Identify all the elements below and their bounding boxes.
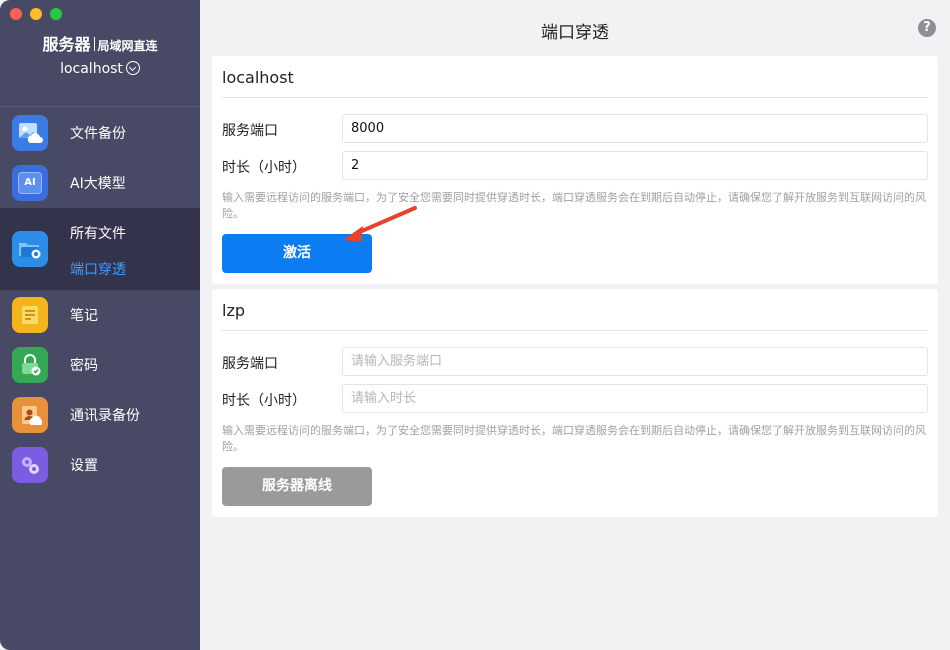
photo-cloud-icon <box>12 115 48 151</box>
server-offline-button[interactable]: 服务器离线 <box>222 467 372 506</box>
sidebar-item-all-files[interactable]: 所有文件 端口穿透 <box>0 208 200 290</box>
hint-text: 输入需要远程访问的服务端口，为了安全您需要同时提供穿透时长，端口穿透服务会在到期… <box>222 424 926 453</box>
sidebar-subitem-port-forwarding[interactable]: 端口穿透 <box>70 259 126 279</box>
help-icon[interactable]: ? <box>918 19 936 37</box>
duration-label: 时长（小时） <box>222 393 306 409</box>
ai-chip-glyph: AI <box>18 172 42 194</box>
chevron-down-circle-icon <box>125 61 140 75</box>
sidebar-item-label: 通讯录备份 <box>70 408 140 424</box>
contacts-icon <box>12 397 48 433</box>
service-port-label: 服务端口 <box>222 356 278 372</box>
sidebar: 服务器 局域网直连 localhost 文件备份 AI AI大模型 所有文件 端… <box>0 0 200 650</box>
brand-title: 服务器 局域网直连 <box>0 31 200 55</box>
service-port-input[interactable]: 8000 <box>342 114 928 143</box>
port-card-lzp: lzp 服务端口 请输入服务端口 时长（小时） 请输入时长 输入需要远程访问的服… <box>212 289 938 517</box>
traffic-lights <box>10 8 62 20</box>
service-port-label: 服务端口 <box>222 123 278 139</box>
folder-apple-icon <box>12 231 48 267</box>
sidebar-item-settings[interactable]: 设置 <box>0 440 200 490</box>
duration-label: 时长（小时） <box>222 160 306 176</box>
brand-separator <box>93 37 95 51</box>
sidebar-item-contacts-backup[interactable]: 通讯录备份 <box>0 390 200 440</box>
service-port-input[interactable]: 请输入服务端口 <box>342 347 928 376</box>
card-divider <box>222 97 928 98</box>
sidebar-item-password[interactable]: 密码 <box>0 340 200 390</box>
card-title: localhost <box>222 68 294 87</box>
sidebar-item-label: AI大模型 <box>70 176 126 192</box>
app-window: 服务器 局域网直连 localhost 文件备份 AI AI大模型 所有文件 端… <box>0 0 950 650</box>
duration-input[interactable]: 2 <box>342 151 928 180</box>
card-title: lzp <box>222 301 245 320</box>
host-name: localhost <box>60 61 123 77</box>
sidebar-item-label: 设置 <box>70 458 98 474</box>
annotation-arrow-icon <box>343 206 417 242</box>
lock-check-icon <box>12 347 48 383</box>
brand-name: 服务器 <box>42 35 91 54</box>
hint-text: 输入需要远程访问的服务端口，为了安全您需要同时提供穿透时长，端口穿透服务会在到期… <box>222 191 926 220</box>
brand-subtitle: 局域网直连 <box>97 39 158 53</box>
port-card-localhost: localhost 服务端口 8000 时长（小时） 2 输入需要远程访问的服务… <box>212 56 938 284</box>
zoom-window-button[interactable] <box>50 8 62 20</box>
close-window-button[interactable] <box>10 8 22 20</box>
sidebar-item-label: 所有文件 <box>70 226 126 242</box>
host-selector[interactable]: localhost <box>0 61 200 77</box>
sidebar-item-notes[interactable]: 笔记 <box>0 290 200 340</box>
ai-chip-icon: AI <box>12 165 48 201</box>
minimize-window-button[interactable] <box>30 8 42 20</box>
main-panel: 端口穿透 ? localhost 服务端口 8000 时长（小时） 2 输入需要… <box>200 0 950 650</box>
sidebar-item-label: 文件备份 <box>70 126 126 142</box>
sidebar-item-ai-model[interactable]: AI AI大模型 <box>0 158 200 208</box>
sidebar-item-file-backup[interactable]: 文件备份 <box>0 108 200 158</box>
notes-icon <box>12 297 48 333</box>
sidebar-divider <box>0 106 200 107</box>
page-title: 端口穿透 <box>541 23 609 43</box>
sidebar-item-label: 密码 <box>70 358 98 374</box>
gear-icon <box>12 447 48 483</box>
card-divider <box>222 330 928 331</box>
sidebar-item-label: 笔记 <box>70 308 98 324</box>
duration-input[interactable]: 请输入时长 <box>342 384 928 413</box>
